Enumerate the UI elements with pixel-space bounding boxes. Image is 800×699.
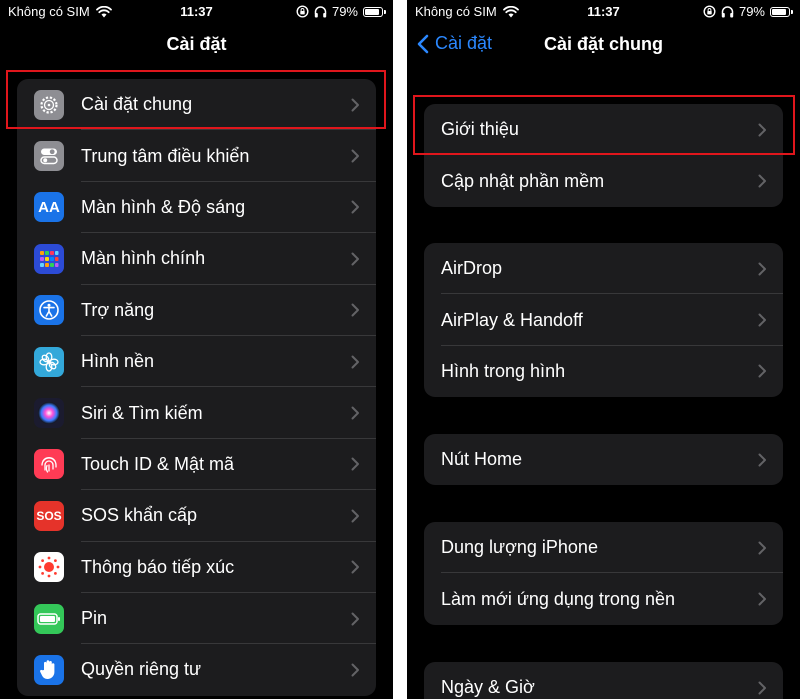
battery-icon — [770, 6, 793, 17]
chevron-right-icon — [351, 355, 359, 369]
battery-icon — [363, 6, 386, 17]
fingerprint-icon — [34, 449, 64, 480]
battery-icon — [34, 603, 64, 634]
settings-item-aa-text[interactable]: AA Màn hình & Độ sáng — [17, 182, 376, 234]
general-item-label: AirDrop — [441, 258, 503, 279]
settings-item-label: Quyền riêng tư — [81, 659, 202, 680]
chevron-right-icon — [351, 560, 359, 574]
general-item[interactable]: Cập nhật phần mềm — [424, 155, 783, 206]
chevron-right-icon — [351, 200, 359, 214]
chevron-right-icon — [351, 252, 359, 266]
settings-item-hand[interactable]: Quyền riêng tư — [17, 644, 376, 695]
general-item[interactable]: Hình trong hình — [424, 346, 783, 397]
settings-item-fingerprint[interactable]: Touch ID & Mật mã — [17, 439, 376, 491]
general-item[interactable]: Dung lượng iPhone — [424, 522, 783, 574]
general-item-label: Làm mới ứng dụng trong nền — [441, 588, 675, 609]
battery-percent: 79% — [331, 4, 358, 19]
chevron-right-icon — [351, 406, 359, 420]
toggles-icon — [34, 141, 64, 172]
settings-item-exposure[interactable]: Thông báo tiếp xúc — [17, 542, 376, 593]
settings-item-label: Siri & Tìm kiếm — [81, 402, 203, 423]
chevron-right-icon — [758, 262, 766, 276]
settings-item-flower[interactable]: Hình nền — [17, 336, 376, 388]
settings-item-label: Màn hình chính — [81, 248, 206, 269]
general-item-label: Nút Home — [441, 449, 523, 470]
icon-text: AA — [38, 198, 60, 216]
settings-item-label: Hình nền — [81, 351, 155, 372]
settings-item-label: Trợ năng — [81, 299, 155, 320]
settings-list: Cài đặt chung Trung tâm điều khiển AA Màn h… — [17, 79, 376, 696]
chevron-right-icon — [758, 364, 766, 378]
settings-item-label: SOS khẩn cấp — [81, 505, 198, 526]
highlight-box-general — [6, 70, 386, 129]
chevron-right-icon — [758, 313, 766, 327]
settings-item-label: Touch ID & Mật mã — [81, 453, 235, 474]
settings-item-sos[interactable]: SOS SOS khẩn cấp — [17, 490, 376, 542]
chevron-right-icon — [351, 509, 359, 523]
accessibility-icon — [34, 295, 64, 326]
headphones-icon — [314, 5, 327, 17]
chevron-right-icon — [351, 303, 359, 317]
sos-icon: SOS — [34, 500, 64, 531]
highlight-box-about — [413, 95, 795, 155]
status-bar: Không có SIM 11:37 79% — [0, 0, 393, 24]
chevron-right-icon — [351, 457, 359, 471]
aa-text-icon: AA — [34, 192, 64, 223]
general-item[interactable]: AirPlay & Handoff — [424, 294, 783, 346]
settings-item-label: Trung tâm điều khiển — [81, 145, 250, 166]
chevron-right-icon — [351, 612, 359, 626]
headphones-icon — [721, 5, 734, 17]
settings-item-siri[interactable]: Siri & Tìm kiếm — [17, 387, 376, 439]
settings-group: AirDrop AirPlay & Handoff Hình trong hình — [424, 243, 783, 398]
status-bar: Không có SIM 11:37 79% — [407, 0, 800, 24]
settings-item-label: Màn hình & Độ sáng — [81, 196, 246, 217]
chevron-right-icon — [758, 541, 766, 555]
settings-group: Nút Home — [424, 434, 783, 486]
general-item-label: Dung lượng iPhone — [441, 537, 598, 558]
general-item[interactable]: Nút Home — [424, 434, 783, 485]
hand-icon — [34, 654, 64, 685]
settings-item-accessibility[interactable]: Trợ năng — [17, 285, 376, 336]
settings-item-label: Pin — [81, 608, 108, 629]
general-item[interactable]: AirDrop — [424, 243, 783, 295]
chevron-right-icon — [351, 663, 359, 677]
settings-item-label: Thông báo tiếp xúc — [81, 556, 235, 577]
general-item-label: Ngày & Giờ — [441, 677, 535, 698]
general-item-label: Hình trong hình — [441, 360, 566, 381]
exposure-icon — [34, 552, 64, 583]
chevron-right-icon — [758, 681, 766, 695]
settings-item-app-grid[interactable]: Màn hình chính — [17, 233, 376, 285]
general-item-label: AirPlay & Handoff — [441, 309, 583, 330]
chevron-right-icon — [351, 149, 359, 163]
general-item[interactable]: Ngày & Giờ — [424, 662, 783, 699]
battery-percent: 79% — [738, 4, 765, 19]
chevron-right-icon — [758, 592, 766, 606]
chevron-right-icon — [758, 174, 766, 188]
siri-icon — [34, 398, 64, 429]
chevron-right-icon — [758, 453, 766, 467]
general-item-label: Cập nhật phần mềm — [441, 170, 605, 191]
page-title: Cài đặt — [166, 34, 227, 54]
orientation-lock-icon — [703, 5, 716, 18]
settings-item-toggles[interactable]: Trung tâm điều khiển — [17, 130, 376, 182]
page-title: Cài đặt chung — [543, 34, 663, 54]
settings-item-battery[interactable]: Pin — [17, 593, 376, 645]
icon-text: SOS — [36, 508, 62, 523]
settings-group: Dung lượng iPhone Làm mới ứng dụng trong … — [424, 522, 783, 625]
flower-icon — [34, 346, 64, 377]
settings-group: Ngày & Giờ — [424, 662, 783, 699]
general-item[interactable]: Làm mới ứng dụng trong nền — [424, 573, 783, 624]
orientation-lock-icon — [296, 5, 309, 18]
app-grid-icon — [34, 243, 64, 274]
